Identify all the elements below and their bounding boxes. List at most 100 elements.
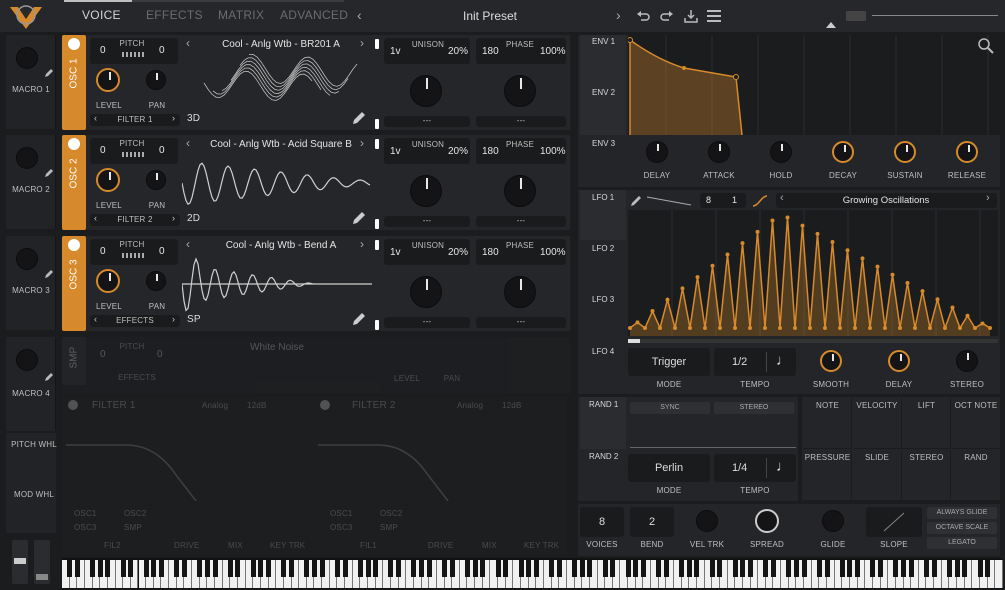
edit-pencil-icon[interactable] [44, 168, 54, 178]
note-icon[interactable]: ♩ [776, 352, 791, 369]
filter-2-src-osc3[interactable]: OSC3 [330, 523, 353, 532]
random-graph[interactable] [630, 418, 796, 448]
lfo-sync-num[interactable]: 8 [706, 195, 711, 205]
piano-black-key[interactable] [954, 560, 960, 577]
osc-2-phase-knob[interactable] [504, 175, 536, 207]
lfo-shape-selector[interactable]: ‹ Growing Oscillations › [776, 192, 997, 208]
piano-black-key[interactable] [128, 560, 134, 577]
pitch-wheel[interactable] [12, 540, 28, 584]
osc-2-unison-pct[interactable]: 20% [448, 146, 468, 157]
piano-black-key[interactable] [640, 560, 646, 577]
mod-source-slide[interactable]: SLIDE [852, 450, 902, 501]
tab-rand-1[interactable]: RAND 1 [589, 400, 618, 409]
piano-black-key[interactable] [770, 560, 776, 577]
piano-black-key[interactable] [870, 560, 876, 577]
piano-black-key[interactable] [449, 560, 455, 577]
wavetable-prev-icon[interactable]: ‹ [186, 136, 190, 150]
piano-black-key[interactable] [549, 560, 555, 577]
note-icon[interactable]: ♩ [776, 458, 791, 475]
osc-2-level-knob[interactable] [96, 168, 120, 192]
save-icon[interactable] [683, 8, 699, 24]
env-hold-knob[interactable] [770, 141, 792, 163]
piano-black-key[interactable] [97, 560, 103, 577]
macro-4-knob[interactable] [16, 349, 38, 371]
osc-2-unison-knob[interactable] [410, 175, 442, 207]
tab-rand-2[interactable]: RAND 2 [589, 452, 618, 461]
piano-black-key[interactable] [90, 560, 96, 577]
piano-black-key[interactable] [985, 560, 991, 577]
edit-pencil-icon[interactable] [44, 372, 54, 382]
edit-pencil-icon[interactable] [352, 111, 366, 125]
osc-3-phase-pct[interactable]: 100% [540, 247, 566, 258]
piano-black-key[interactable] [923, 560, 929, 577]
macro-3-knob[interactable] [16, 248, 38, 270]
mod-source-note[interactable]: NOTE [803, 398, 852, 449]
piano-black-key[interactable] [816, 560, 822, 577]
zoom-icon[interactable] [978, 38, 994, 54]
osc-2-dest-selector[interactable]: FILTER 2 ‹ › [90, 213, 180, 226]
filter-1-src-osc2[interactable]: OSC2 [124, 509, 147, 518]
lfo-scrollbar[interactable] [628, 339, 998, 343]
lfo-sync-den[interactable]: 1 [732, 195, 737, 205]
osc-1-pan-knob[interactable] [146, 70, 166, 90]
macro-2-knob[interactable] [16, 147, 38, 169]
sampler-footer[interactable]: EFFECTS [92, 373, 182, 382]
random-mode-button[interactable]: Perlin [628, 454, 710, 482]
piano-black-key[interactable] [686, 560, 692, 577]
lfo-shape-next-icon[interactable]: › [986, 192, 990, 204]
piano-black-key[interactable] [426, 560, 432, 577]
osc-2-pitch-left[interactable]: 0 [100, 145, 106, 156]
piano-black-key[interactable] [740, 560, 746, 577]
piano-black-key[interactable] [480, 560, 486, 577]
tab-lfo-4[interactable]: LFO 4 [592, 347, 614, 356]
piano-black-key[interactable] [334, 560, 340, 577]
filter-1-src-smp[interactable]: SMP [124, 523, 142, 532]
osc-1-distortion-selector[interactable]: --- [476, 116, 566, 127]
env-release-knob[interactable] [956, 141, 978, 163]
edit-pencil-icon[interactable] [352, 211, 366, 225]
piano-black-key[interactable] [212, 560, 218, 577]
piano-black-key[interactable] [732, 560, 738, 577]
osc-2-distortion-selector[interactable]: --- [476, 216, 566, 227]
sampler-pitch-left[interactable]: 0 [100, 349, 106, 360]
piano-black-key[interactable] [709, 560, 715, 577]
edit-pencil-icon[interactable] [44, 269, 54, 279]
filter-1-type[interactable]: 12dB [247, 401, 266, 410]
filter-1-model[interactable]: Analog [202, 401, 228, 410]
osc-3-level-knob[interactable] [96, 269, 120, 293]
piano-black-key[interactable] [258, 560, 264, 577]
filter-1-response-graph[interactable] [66, 415, 306, 501]
piano-black-key[interactable] [518, 560, 524, 577]
dest-prev-icon[interactable]: ‹ [94, 314, 97, 324]
piano-black-key[interactable] [931, 560, 937, 577]
piano-black-key[interactable] [311, 560, 317, 577]
piano-black-key[interactable] [946, 560, 952, 577]
osc-3-unison-knob[interactable] [410, 276, 442, 308]
filter-1-toggle[interactable] [68, 400, 78, 410]
menu-icon[interactable] [707, 10, 721, 22]
piano-black-key[interactable] [824, 560, 830, 577]
lfo-delay-knob[interactable] [888, 350, 910, 372]
lfo-stereo-knob[interactable] [956, 350, 978, 372]
filter-1-src-osc3[interactable]: OSC3 [74, 523, 97, 532]
tab-voice[interactable]: VOICE [82, 8, 121, 22]
mod-source-stereo[interactable]: STEREO [902, 450, 951, 501]
osc-1-phase-knob[interactable] [504, 75, 536, 107]
lfo-shape-prev-icon[interactable]: ‹ [780, 192, 784, 204]
piano-black-key[interactable] [388, 560, 394, 577]
filter-2-type[interactable]: 12dB [502, 401, 521, 410]
osc-3-pitch-right[interactable]: 0 [159, 246, 165, 257]
tab-env-2[interactable]: ENV 2 [592, 88, 615, 97]
piano-black-key[interactable] [786, 560, 792, 577]
piano-black-key[interactable] [503, 560, 509, 577]
osc-2-phase-val[interactable]: 180 [482, 146, 499, 157]
piano-black-key[interactable] [204, 560, 210, 577]
osc-1-level-knob[interactable] [96, 68, 120, 92]
osc-3-level-slider-handle[interactable] [375, 320, 379, 330]
osc-1-phase-val[interactable]: 180 [482, 46, 499, 57]
osc-3-phase-knob[interactable] [504, 276, 536, 308]
piano-black-key[interactable] [878, 560, 884, 577]
edit-pencil-icon[interactable] [44, 68, 54, 78]
random-stereo-button[interactable]: STEREO [714, 402, 794, 414]
piano-black-key[interactable] [839, 560, 845, 577]
